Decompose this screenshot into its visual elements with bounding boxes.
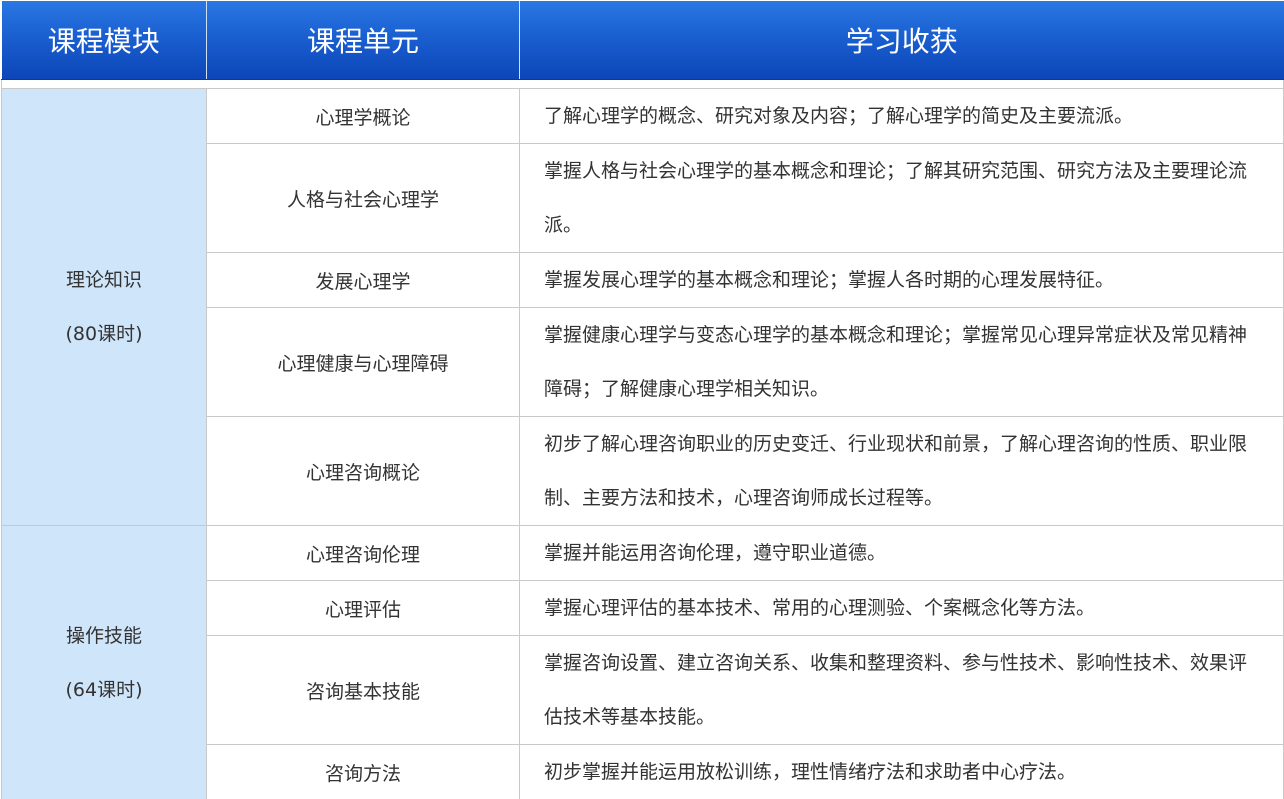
header-gap — [1, 79, 1284, 89]
unit-cell: 心理咨询伦理 — [206, 525, 520, 581]
table-row: 操作技能 (64课时) 心理咨询伦理 掌握并能运用咨询伦理，遵守职业道德。 — [1, 525, 1284, 799]
table-row: 理论知识 (80课时) 心理学概论 了解心理学的概念、研究对象及内容；了解心理学… — [1, 88, 1284, 526]
module-name: 操作技能 — [65, 624, 142, 647]
gain-cell: 掌握发展心理学的基本概念和理论；掌握人各时期的心理发展特征。 — [519, 252, 1284, 308]
unit-cell: 咨询基本技能 — [206, 635, 520, 745]
header-course-module: 课程模块 — [1, 1, 207, 80]
unit-cell: 人格与社会心理学 — [206, 143, 520, 253]
module-hours: (64课时) — [65, 678, 143, 701]
course-table: 课程模块 课程单元 学习收获 理论知识 (80课时) 心理学概论 了解心理学的概… — [1, 1, 1284, 799]
gain-cell: 了解心理学的概念、研究对象及内容；了解心理学的简史及主要流派。 — [519, 88, 1284, 144]
module-skills: 操作技能 (64课时) — [1, 525, 207, 799]
table-header: 课程模块 课程单元 学习收获 — [1, 1, 1284, 80]
gain-cell: 掌握心理评估的基本技术、常用的心理测验、个案概念化等方法。 — [519, 580, 1284, 636]
module-hours: (80课时) — [65, 323, 143, 345]
unit-cell: 心理学概论 — [206, 88, 520, 144]
header-row: 课程模块 课程单元 学习收获 — [1, 1, 1284, 80]
header-course-unit: 课程单元 — [206, 1, 520, 80]
gain-cell: 初步了解心理咨询职业的历史变迁、行业现状和前景，了解心理咨询的性质、职业限制、主… — [519, 416, 1284, 526]
header-learning-gains: 学习收获 — [519, 1, 1284, 80]
module-name: 理论知识 — [65, 269, 142, 291]
gain-cell: 初步掌握并能运用放松训练，理性情绪疗法和求助者中心疗法。 — [519, 744, 1284, 799]
unit-cell: 心理评估 — [206, 580, 520, 636]
course-table-container: 课程模块 课程单元 学习收获 理论知识 (80课时) 心理学概论 了解心理学的概… — [0, 0, 1284, 799]
gain-cell: 掌握人格与社会心理学的基本概念和理论；了解其研究范围、研究方法及主要理论流派。 — [519, 143, 1284, 253]
gain-cell: 掌握并能运用咨询伦理，遵守职业道德。 — [519, 525, 1284, 581]
unit-cell: 发展心理学 — [206, 252, 520, 308]
gain-cell: 掌握健康心理学与变态心理学的基本概念和理论；掌握常见心理异常症状及常见精神障碍；… — [519, 307, 1284, 417]
unit-cell: 心理咨询概论 — [206, 416, 520, 526]
gain-cell: 掌握咨询设置、建立咨询关系、收集和整理资料、参与性技术、影响性技术、效果评估技术… — [519, 635, 1284, 745]
unit-cell: 心理健康与心理障碍 — [206, 307, 520, 417]
module-theory: 理论知识 (80课时) — [1, 88, 207, 526]
table-body: 理论知识 (80课时) 心理学概论 了解心理学的概念、研究对象及内容；了解心理学… — [1, 79, 1284, 799]
unit-cell: 咨询方法 — [206, 744, 520, 799]
